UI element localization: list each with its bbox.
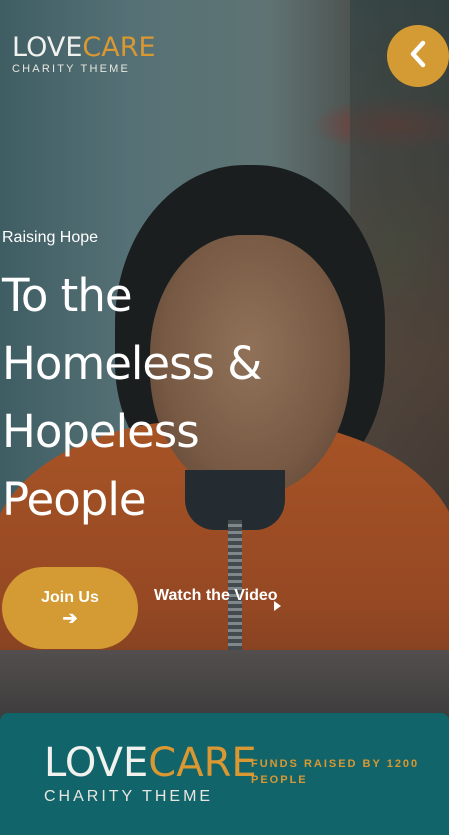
footer-logo-care-text: CARE <box>148 740 257 786</box>
footer-logo-love-text: LOVE <box>44 740 149 786</box>
play-icon[interactable] <box>274 601 281 611</box>
footer-banner: LOVECARE CHARITY THEME FUNDS RAISED BY 1… <box>0 713 449 835</box>
logo-love-text: LOVE <box>12 32 83 63</box>
footer-logo-tagline: CHARITY THEME <box>44 788 214 805</box>
hero-eyebrow: Raising Hope <box>2 229 99 246</box>
chevron-left-icon <box>407 39 429 74</box>
site-logo[interactable]: LOVECARE CHARITY THEME <box>12 34 156 75</box>
logo-tagline: CHARITY THEME <box>12 63 131 75</box>
arrow-right-icon: ➔ <box>62 608 78 628</box>
join-us-label: Join Us <box>41 589 99 606</box>
logo-care-text: CARE <box>82 32 156 63</box>
footer-logo[interactable]: LOVECARE CHARITY THEME <box>44 743 257 805</box>
watch-video-link[interactable]: Watch the Video <box>154 583 284 608</box>
hero-headline: To the Homeless & Hopeless People <box>2 269 262 526</box>
join-us-button[interactable]: Join Us ➔ <box>2 567 138 649</box>
funds-raised-text: FUNDS RAISED BY 1200 PEOPLE <box>251 758 420 786</box>
back-button[interactable] <box>387 25 449 87</box>
